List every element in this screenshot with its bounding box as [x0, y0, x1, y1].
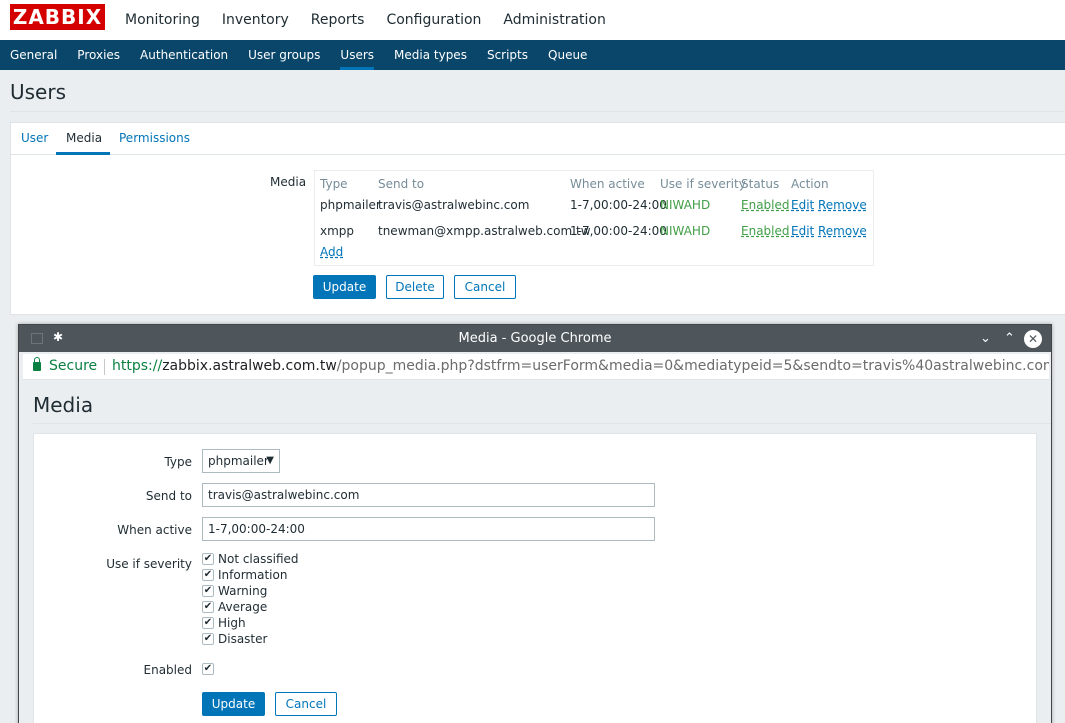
- checkbox-checked-icon[interactable]: ✔: [202, 601, 214, 613]
- address-separator: [104, 359, 105, 375]
- media-label: Media: [270, 175, 307, 189]
- popup-cancel-button[interactable]: Cancel: [275, 692, 337, 716]
- chrome-title-bar[interactable]: ✱ Media - Google Chrome ⌄ ⌃ ✕: [19, 325, 1051, 352]
- row2-status-toggle[interactable]: Enabled: [741, 224, 790, 238]
- row2-type: xmpp: [320, 224, 355, 238]
- tab-user[interactable]: User: [21, 131, 48, 145]
- submenu-authentication[interactable]: Authentication: [140, 40, 228, 70]
- menu-reports[interactable]: Reports: [311, 3, 365, 37]
- minimize-icon[interactable]: ⌄: [977, 330, 994, 347]
- maximize-icon[interactable]: ⌃: [1001, 330, 1018, 347]
- row1-severity: NIWAHD: [660, 198, 711, 212]
- col-send-to: Send to: [378, 177, 425, 191]
- when-active-label: When active: [117, 523, 192, 537]
- media-table: Type Send to When active Use if severity…: [314, 170, 874, 266]
- lock-icon[interactable]: [33, 357, 41, 371]
- menu-inventory[interactable]: Inventory: [222, 3, 289, 37]
- checkbox-checked-icon[interactable]: ✔: [202, 633, 214, 645]
- checkbox-checked-icon[interactable]: ✔: [202, 663, 214, 675]
- user-form-panel: User Media Permissions Media Type Send t…: [10, 122, 1065, 315]
- url-path: /popup_media.php?dstfrm=userForm&media=0…: [336, 358, 1049, 374]
- address-bar[interactable]: Secure https://zabbix.astralweb.com.tw/p…: [23, 354, 1049, 380]
- submenu-queue[interactable]: Queue: [548, 40, 587, 70]
- update-button[interactable]: Update: [313, 275, 376, 299]
- window-title: Media - Google Chrome: [458, 331, 612, 346]
- sub-menu: General Proxies Authentication User grou…: [0, 40, 1065, 70]
- checkbox-checked-icon[interactable]: ✔: [202, 569, 214, 581]
- col-status: Status: [741, 177, 780, 191]
- close-icon[interactable]: ✕: [1024, 330, 1042, 348]
- url-scheme: https://: [112, 358, 163, 374]
- zabbix-logo[interactable]: ZABBIX: [10, 4, 105, 30]
- checkbox-checked-icon[interactable]: ✔: [202, 585, 214, 597]
- row2-send-to: tnewman@xmpp.astralweb.com.tw: [378, 224, 591, 238]
- checkbox-checked-icon[interactable]: ✔: [202, 617, 214, 629]
- submenu-user-groups[interactable]: User groups: [248, 40, 320, 70]
- col-when-active: When active: [570, 177, 645, 191]
- severity-not-classified[interactable]: ✔ Not classified: [202, 552, 299, 566]
- severity-warning[interactable]: ✔ Warning: [202, 584, 267, 598]
- submenu-general[interactable]: General: [10, 40, 57, 70]
- col-type: Type: [320, 177, 348, 191]
- url-text[interactable]: https://zabbix.astralweb.com.tw/popup_me…: [112, 358, 1049, 374]
- row1-status-toggle[interactable]: Enabled: [741, 198, 790, 212]
- when-active-input[interactable]: 1-7,00:00-24:00: [202, 517, 655, 541]
- dropdown-arrow-icon: ▼: [266, 455, 274, 466]
- send-to-label: Send to: [145, 489, 192, 503]
- severity-high[interactable]: ✔ High: [202, 616, 246, 630]
- severity-information[interactable]: ✔ Information: [202, 568, 287, 582]
- page-title: Users: [10, 80, 67, 104]
- row2-remove-link[interactable]: Remove: [818, 224, 867, 238]
- severity-disaster[interactable]: ✔ Disaster: [202, 632, 267, 646]
- row1-send-to: travis@astralwebinc.com: [378, 198, 530, 212]
- menu-administration[interactable]: Administration: [503, 3, 605, 37]
- menu-configuration[interactable]: Configuration: [386, 3, 481, 37]
- media-popup-window: ✱ Media - Google Chrome ⌄ ⌃ ✕ Secure htt…: [18, 324, 1052, 723]
- row1-remove-link[interactable]: Remove: [818, 198, 867, 212]
- severity-average[interactable]: ✔ Average: [202, 600, 267, 614]
- menu-monitoring[interactable]: Monitoring: [125, 3, 200, 37]
- popup-title-divider: [33, 423, 1051, 424]
- type-select[interactable]: phpmailer ▼: [202, 449, 280, 473]
- send-to-input[interactable]: travis@astralwebinc.com: [202, 483, 655, 507]
- add-media-link[interactable]: Add: [320, 245, 343, 259]
- col-severity: Use if severity: [660, 177, 746, 191]
- tab-bar: User Media Permissions: [11, 123, 1065, 155]
- submenu-users[interactable]: Users: [340, 40, 374, 70]
- delete-button[interactable]: Delete: [386, 275, 444, 299]
- url-host: zabbix.astralweb.com.tw: [162, 358, 337, 374]
- top-bar: ZABBIX Monitoring Inventory Reports Conf…: [0, 0, 1065, 40]
- tab-media[interactable]: Media: [66, 131, 102, 145]
- submenu-scripts[interactable]: Scripts: [487, 40, 528, 70]
- secure-label[interactable]: Secure: [49, 358, 97, 374]
- active-tab-indicator: [56, 152, 110, 155]
- row1-edit-link[interactable]: Edit: [791, 198, 814, 212]
- checkbox-checked-icon[interactable]: ✔: [202, 553, 214, 565]
- main-menu: Monitoring Inventory Reports Configurati…: [125, 0, 628, 40]
- title-divider: [10, 111, 1065, 112]
- submenu-proxies[interactable]: Proxies: [77, 40, 120, 70]
- row1-type: phpmailer: [320, 198, 381, 212]
- enabled-checkbox[interactable]: ✔: [202, 662, 218, 676]
- severity-label: Use if severity: [106, 557, 192, 571]
- row1-when-active: 1-7,00:00-24:00: [570, 198, 667, 212]
- popup-page-title: Media: [33, 393, 94, 417]
- col-action: Action: [791, 177, 829, 191]
- row2-edit-link[interactable]: Edit: [791, 224, 814, 238]
- media-form-panel: Type phpmailer ▼ Send to travis@astralwe…: [33, 433, 1037, 723]
- type-label: Type: [164, 455, 192, 469]
- submenu-media-types[interactable]: Media types: [394, 40, 467, 70]
- type-select-value: phpmailer: [208, 454, 269, 468]
- cancel-button[interactable]: Cancel: [454, 275, 516, 299]
- row2-when-active: 1-7,00:00-24:00: [570, 224, 667, 238]
- row2-severity: NIWAHD: [660, 224, 711, 238]
- popup-update-button[interactable]: Update: [202, 692, 265, 716]
- enabled-label: Enabled: [143, 663, 193, 677]
- tab-permissions[interactable]: Permissions: [119, 131, 190, 145]
